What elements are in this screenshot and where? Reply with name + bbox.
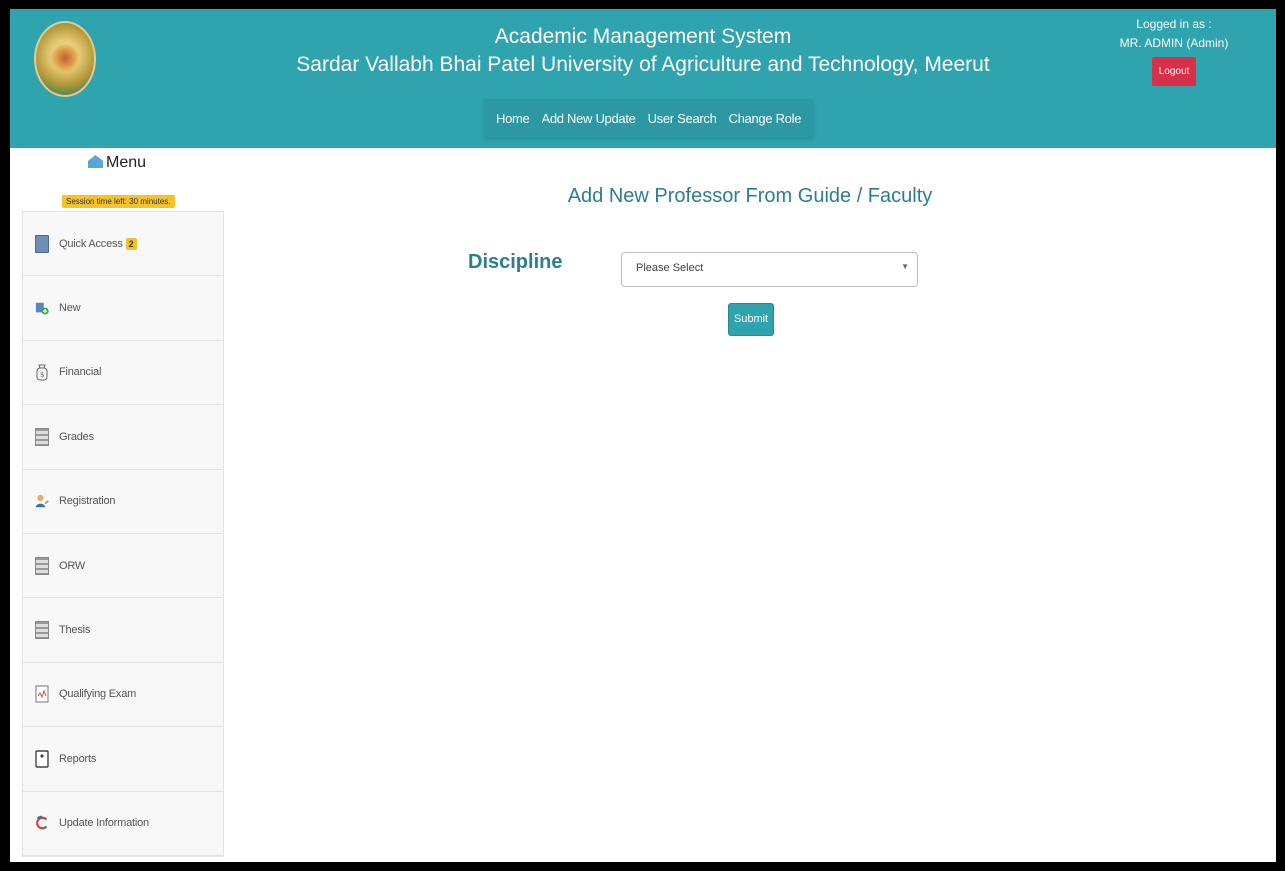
sidebar-item-qualifying-exam[interactable]: Qualifying Exam [23,662,223,728]
sidebar-item-label: Thesis [59,624,91,637]
user-name: MR. ADMIN (Admin) [1119,36,1229,50]
sidebar: Menu Session time left: 30 minutes. Quic… [22,148,224,862]
sidebar-item-label: Quick Access [59,237,123,250]
sidebar-item-reports[interactable]: Reports [23,727,223,792]
menu-label: Menu [105,154,147,171]
sidebar-item-label: Update Information [59,817,149,830]
sidebar-item-grades[interactable]: Grades [23,405,223,470]
new-icon [35,299,49,317]
sidebar-menu: Quick Access 2 New $ Financial Grades Re… [22,211,224,857]
sidebar-item-update-information[interactable]: Update Information [23,791,223,856]
university-name: Sardar Vallabh Bhai Patel University of … [296,53,990,76]
sidebar-item-label: Reports [59,752,97,765]
reports-icon [35,750,49,768]
sidebar-item-label: Qualifying Exam [59,688,137,701]
home-icon [87,155,103,168]
menu-header: Menu [22,154,212,172]
qualifying-exam-icon [35,685,49,703]
svg-text:$: $ [40,371,44,379]
submit-button[interactable]: Submit [728,303,774,336]
logged-in-label: Logged in as : [1136,17,1212,31]
sidebar-item-thesis[interactable]: Thesis [23,598,223,663]
nav-home[interactable]: Home [490,111,535,126]
discipline-label: Discipline [468,251,563,273]
update-information-icon [35,814,49,832]
session-timer-badge: Session time left: 30 minutes. [62,195,175,208]
sidebar-item-financial[interactable]: $ Financial [23,340,223,406]
app-window: Academic Management System Sardar Vallab… [10,9,1276,862]
header: Academic Management System Sardar Vallab… [10,9,1276,148]
sidebar-item-label: Grades [59,430,94,443]
logout-button[interactable]: Logout [1151,57,1197,86]
sidebar-item-label: New [59,302,81,315]
sidebar-item-new[interactable]: New [23,276,223,341]
chevron-down-icon: ▼ [901,262,909,271]
grades-icon [35,427,49,446]
quick-access-icon [35,234,49,253]
thesis-icon [35,621,49,640]
sidebar-item-quick-access[interactable]: Quick Access 2 [23,212,223,277]
registration-icon [35,492,49,510]
discipline-select[interactable]: Please Select ▼ [621,252,918,287]
sidebar-item-label: Registration [59,495,116,508]
nav-user-search[interactable]: User Search [642,111,723,126]
quick-access-count-badge: 2 [125,237,137,250]
orw-icon [35,556,49,575]
discipline-selected-value: Please Select [636,262,704,274]
sidebar-item-label: ORW [59,559,86,572]
sidebar-item-label: Financial [59,366,102,379]
nav-add-new-update[interactable]: Add New Update [535,111,641,126]
nav-change-role[interactable]: Change Role [723,111,808,126]
sidebar-item-registration[interactable]: Registration [23,469,223,534]
top-nav: Home Add New Update User Search Change R… [484,99,814,137]
page-title: Add New Professor From Guide / Faculty [567,185,933,207]
financial-icon: $ [35,363,49,381]
sidebar-item-orw[interactable]: ORW [23,533,223,599]
login-info: Logged in as : MR. ADMIN (Admin) Logout [1114,15,1234,86]
app-title: Academic Management System [494,25,792,48]
